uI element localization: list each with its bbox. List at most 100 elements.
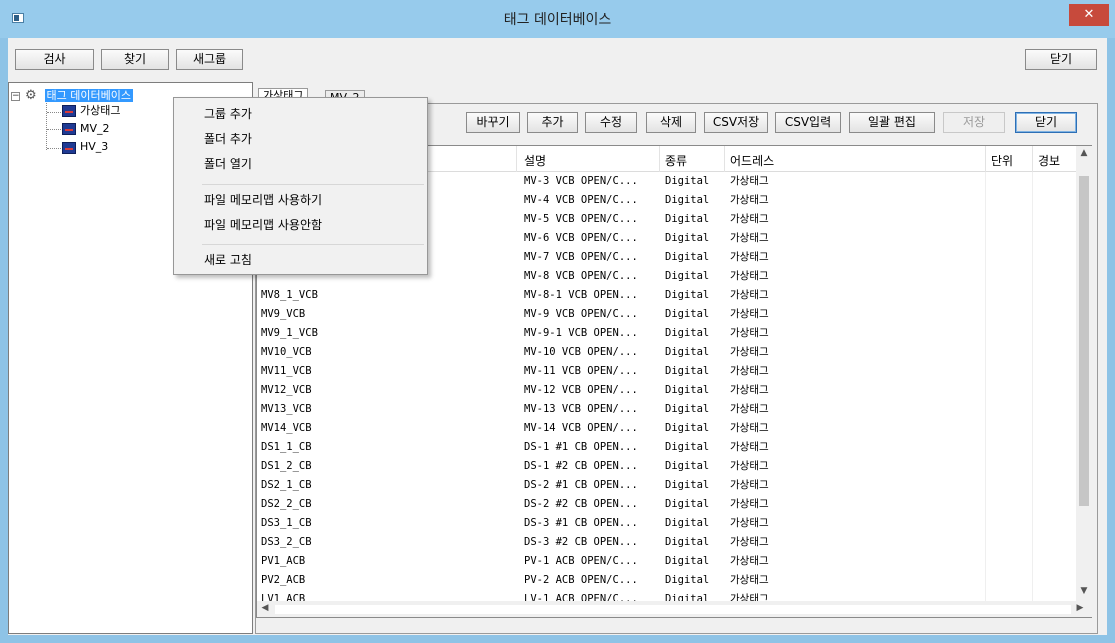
collapse-icon[interactable]: − bbox=[11, 92, 20, 101]
type-cell: Digital bbox=[665, 175, 710, 187]
menu-add-group[interactable]: 그룹 추가 bbox=[204, 103, 252, 125]
panel-close-button[interactable]: 닫기 bbox=[1015, 112, 1077, 133]
tag-name-cell: MV12_VCB bbox=[261, 384, 312, 396]
tag-group-icon bbox=[62, 142, 76, 154]
type-cell: Digital bbox=[665, 441, 710, 453]
scroll-left-icon[interactable]: ◀ bbox=[257, 603, 273, 613]
type-cell: Digital bbox=[665, 289, 710, 301]
table-row[interactable]: DS2_1_CB DS-2 #1 CB OPEN... Digital 가상태그 bbox=[257, 476, 1077, 495]
table-row[interactable]: PV2_ACB PV-2 ACB OPEN/C... Digital 가상태그 bbox=[257, 571, 1077, 590]
table-row[interactable]: DS2_2_CB DS-2 #2 CB OPEN... Digital 가상태그 bbox=[257, 495, 1077, 514]
header-alarm[interactable]: 경보 bbox=[1038, 152, 1060, 169]
address-cell: 가상태그 bbox=[730, 346, 769, 358]
description-cell: DS-1 #2 CB OPEN... bbox=[524, 460, 638, 472]
table-row[interactable]: MV10_VCB MV-10 VCB OPEN/... Digital 가상태그 bbox=[257, 343, 1077, 362]
menu-open-folder[interactable]: 폴더 열기 bbox=[204, 153, 252, 175]
title-bar[interactable]: 태그 데이터베이스 ✕ bbox=[0, 0, 1115, 38]
table-row[interactable]: MV9_VCB MV-9 VCB OPEN/C... Digital 가상태그 bbox=[257, 305, 1077, 324]
description-cell: MV-7 VCB OPEN/C... bbox=[524, 251, 638, 263]
new-group-button[interactable]: 새그룹 bbox=[176, 49, 243, 70]
vertical-scrollbar[interactable]: ▲ ▼ bbox=[1076, 146, 1092, 601]
window-close-button[interactable]: ✕ bbox=[1069, 4, 1109, 26]
header-unit[interactable]: 단위 bbox=[991, 152, 1013, 169]
type-cell: Digital bbox=[665, 270, 710, 282]
table-row[interactable]: DS3_1_CB DS-3 #1 CB OPEN... Digital 가상태그 bbox=[257, 514, 1077, 533]
tag-group-icon bbox=[62, 123, 76, 135]
type-cell: Digital bbox=[665, 232, 710, 244]
type-cell: Digital bbox=[665, 384, 710, 396]
address-cell: 가상태그 bbox=[730, 498, 769, 510]
header-type[interactable]: 종류 bbox=[665, 152, 687, 169]
type-cell: Digital bbox=[665, 194, 710, 206]
description-cell: MV-12 VCB OPEN/... bbox=[524, 384, 638, 396]
horizontal-scrollbar[interactable]: ◀ ▶ bbox=[257, 601, 1092, 617]
table-row[interactable]: DS1_1_CB DS-1 #1 CB OPEN... Digital 가상태그 bbox=[257, 438, 1077, 457]
table-row[interactable]: MV12_VCB MV-12 VCB OPEN/... Digital 가상태그 bbox=[257, 381, 1077, 400]
type-cell: Digital bbox=[665, 346, 710, 358]
tag-name-cell: DS1_2_CB bbox=[261, 460, 312, 472]
table-row[interactable]: MV9_1_VCB MV-9-1 VCB OPEN... Digital 가상태그 bbox=[257, 324, 1077, 343]
type-cell: Digital bbox=[665, 498, 710, 510]
description-cell: MV-9-1 VCB OPEN... bbox=[524, 327, 638, 339]
description-cell: PV-1 ACB OPEN/C... bbox=[524, 555, 638, 567]
horizontal-scroll-thumb[interactable] bbox=[275, 605, 1071, 614]
tag-name-cell: DS3_2_CB bbox=[261, 536, 312, 548]
edit-button[interactable]: 수정 bbox=[585, 112, 637, 133]
replace-button[interactable]: 바꾸기 bbox=[466, 112, 520, 133]
batch-edit-button[interactable]: 일괄 편집 bbox=[849, 112, 935, 133]
add-button[interactable]: 추가 bbox=[527, 112, 578, 133]
tag-name-cell: MV14_VCB bbox=[261, 422, 312, 434]
delete-button[interactable]: 삭제 bbox=[646, 112, 696, 133]
csv-input-button[interactable]: CSV입력 bbox=[775, 112, 841, 133]
tag-name-cell: MV13_VCB bbox=[261, 403, 312, 415]
description-cell: MV-8 VCB OPEN/C... bbox=[524, 270, 638, 282]
tree-item-hv3[interactable]: HV_3 bbox=[80, 139, 108, 155]
type-cell: Digital bbox=[665, 251, 710, 263]
vertical-scroll-thumb[interactable] bbox=[1079, 176, 1089, 506]
tree-item-virtual-tag[interactable]: 가상태그 bbox=[80, 103, 120, 119]
table-row[interactable]: MV13_VCB MV-13 VCB OPEN/... Digital 가상태그 bbox=[257, 400, 1077, 419]
menu-no-memmap[interactable]: 파일 메모리맵 사용안함 bbox=[204, 214, 322, 236]
table-row[interactable]: DS1_2_CB DS-1 #2 CB OPEN... Digital 가상태그 bbox=[257, 457, 1077, 476]
header-address[interactable]: 어드레스 bbox=[730, 152, 774, 169]
header-description[interactable]: 설명 bbox=[524, 152, 546, 169]
type-cell: Digital bbox=[665, 555, 710, 567]
description-cell: MV-11 VCB OPEN/... bbox=[524, 365, 638, 377]
menu-add-folder[interactable]: 폴더 추가 bbox=[204, 128, 252, 150]
description-cell: MV-10 VCB OPEN/... bbox=[524, 346, 638, 358]
tree-connector bbox=[47, 148, 61, 149]
tree-root-label: 태그 데이터베이스 bbox=[44, 89, 133, 102]
description-cell: MV-3 VCB OPEN/C... bbox=[524, 175, 638, 187]
menu-refresh[interactable]: 새로 고침 bbox=[204, 249, 252, 271]
top-close-button[interactable]: 닫기 bbox=[1025, 49, 1097, 70]
type-cell: Digital bbox=[665, 479, 710, 491]
csv-save-button[interactable]: CSV저장 bbox=[704, 112, 768, 133]
find-button[interactable]: 찾기 bbox=[101, 49, 169, 70]
app-window: 태그 데이터베이스 ✕ 검사 찾기 새그룹 닫기 − ⚙ 태그 데이터베이스 가… bbox=[0, 0, 1115, 643]
table-row[interactable]: MV11_VCB MV-11 VCB OPEN/... Digital 가상태그 bbox=[257, 362, 1077, 381]
table-row[interactable]: MV14_VCB MV-14 VCB OPEN/... Digital 가상태그 bbox=[257, 419, 1077, 438]
tag-name-cell: DS3_1_CB bbox=[261, 517, 312, 529]
menu-separator bbox=[202, 244, 424, 245]
scroll-up-icon[interactable]: ▲ bbox=[1076, 148, 1092, 158]
scroll-down-icon[interactable]: ▼ bbox=[1076, 586, 1092, 596]
table-row[interactable]: DS3_2_CB DS-3 #2 CB OPEN... Digital 가상태그 bbox=[257, 533, 1077, 552]
table-row[interactable]: PV1_ACB PV-1 ACB OPEN/C... Digital 가상태그 bbox=[257, 552, 1077, 571]
inspect-button[interactable]: 검사 bbox=[15, 49, 94, 70]
scroll-right-icon[interactable]: ▶ bbox=[1072, 603, 1088, 613]
description-cell: DS-1 #1 CB OPEN... bbox=[524, 441, 638, 453]
tree-root[interactable]: ⚙ 태그 데이터베이스 bbox=[25, 88, 133, 104]
save-button[interactable]: 저장 bbox=[943, 112, 1005, 133]
type-cell: Digital bbox=[665, 574, 710, 586]
address-cell: 가상태그 bbox=[730, 327, 769, 339]
address-cell: 가상태그 bbox=[730, 479, 769, 491]
context-menu: 그룹 추가 폴더 추가 폴더 열기 파일 메모리맵 사용하기 파일 메모리맵 사… bbox=[173, 97, 428, 275]
tree-item-mv2[interactable]: MV_2 bbox=[80, 121, 110, 137]
type-cell: Digital bbox=[665, 403, 710, 415]
table-row[interactable]: MV8_1_VCB MV-8-1 VCB OPEN... Digital 가상태그 bbox=[257, 286, 1077, 305]
address-cell: 가상태그 bbox=[730, 517, 769, 529]
type-cell: Digital bbox=[665, 517, 710, 529]
menu-use-memmap[interactable]: 파일 메모리맵 사용하기 bbox=[204, 189, 322, 211]
header-divider bbox=[724, 146, 725, 172]
tag-name-cell: DS1_1_CB bbox=[261, 441, 312, 453]
